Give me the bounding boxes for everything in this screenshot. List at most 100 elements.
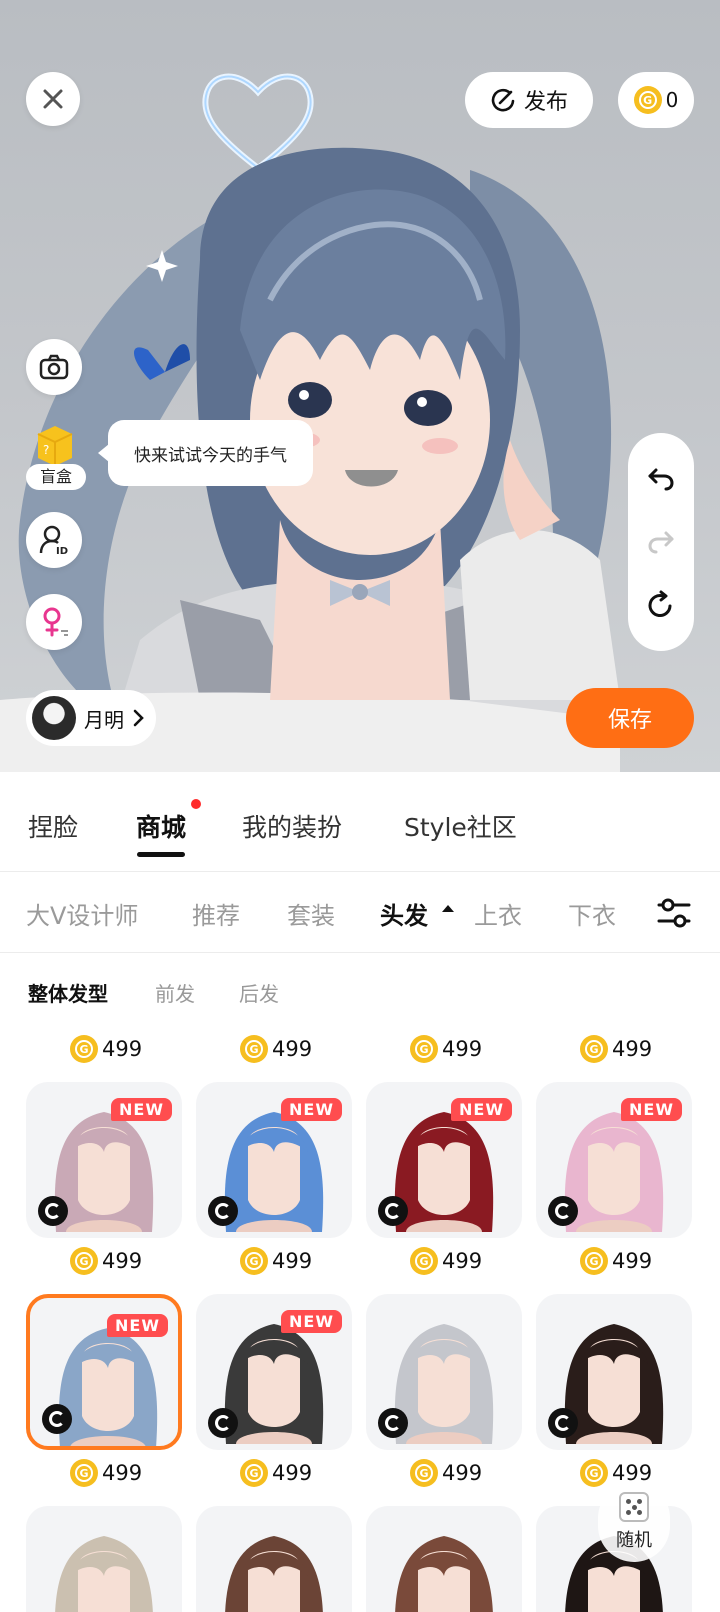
creator-badge-icon: [378, 1196, 408, 1226]
hair-item-card[interactable]: NEW: [26, 1082, 182, 1238]
price-value: 499: [442, 1461, 483, 1485]
category-designer[interactable]: 大V设计师: [26, 896, 138, 931]
price-value: 499: [442, 1249, 483, 1273]
gender-switch-button[interactable]: [26, 594, 82, 650]
tab-shop[interactable]: 商城: [136, 808, 186, 844]
hair-item-card[interactable]: [26, 1506, 182, 1612]
blindbox-button[interactable]: ? 盲盒: [26, 422, 86, 490]
history-controls: [628, 433, 694, 651]
camera-button[interactable]: [26, 339, 82, 395]
coin-icon: G: [240, 1459, 268, 1487]
item-price: G 499: [410, 1244, 482, 1278]
caret-up-icon: [442, 905, 454, 912]
coin-icon: G: [580, 1247, 608, 1275]
item-price: G 499: [70, 1244, 142, 1278]
category-bottoms[interactable]: 下衣: [568, 896, 616, 931]
category-sets[interactable]: 套装: [287, 896, 335, 931]
coin-balance-value: 0: [665, 88, 679, 112]
publish-icon: [491, 88, 515, 112]
avatar: [32, 696, 76, 740]
item-price: G 499: [240, 1456, 312, 1490]
undo-icon[interactable]: [646, 464, 676, 492]
avatar-character: [0, 147, 620, 772]
dice-icon: [619, 1492, 649, 1522]
creator-badge-icon: [208, 1408, 238, 1438]
category-tops[interactable]: 上衣: [474, 896, 522, 931]
hair-item-card[interactable]: [536, 1294, 692, 1450]
active-tab-indicator: [137, 852, 185, 857]
new-badge: NEW: [107, 1314, 168, 1337]
category-hair[interactable]: 头发: [380, 896, 428, 931]
female-icon: [43, 607, 68, 637]
close-icon: [43, 89, 63, 109]
avatar-id-button[interactable]: ID: [26, 512, 82, 568]
hair-item-card[interactable]: NEW: [536, 1082, 692, 1238]
creator-badge-icon: [38, 1196, 68, 1226]
hairstyle-thumbnail: [395, 1536, 493, 1612]
category-recommend[interactable]: 推荐: [192, 896, 240, 931]
profile-switch[interactable]: 月明: [26, 690, 156, 746]
hair-item-card[interactable]: NEW: [196, 1294, 352, 1450]
main-tabs: 捏脸 商城 我的装扮 Style社区: [0, 772, 720, 872]
redo-icon[interactable]: [646, 527, 676, 555]
tab-style-community[interactable]: Style社区: [404, 808, 517, 844]
creator-badge-icon: [42, 1404, 72, 1434]
new-badge: NEW: [281, 1098, 342, 1121]
close-button[interactable]: [26, 72, 80, 126]
hair-item-card[interactable]: NEW: [196, 1082, 352, 1238]
item-price: G 499: [580, 1032, 652, 1066]
price-value: 499: [612, 1249, 653, 1273]
publish-label: 发布: [523, 90, 568, 115]
avatar-preview[interactable]: 发布 G 0 ? 盲盒 快来试试今天的手气 ID 月明 保存: [0, 0, 720, 772]
coin-icon: G: [70, 1247, 98, 1275]
tab-face[interactable]: 捏脸: [28, 808, 78, 844]
camera-icon: [39, 354, 69, 380]
random-button[interactable]: 随机: [598, 1482, 670, 1562]
price-value: 499: [442, 1037, 483, 1061]
new-badge: NEW: [621, 1098, 682, 1121]
notification-dot: [191, 799, 201, 809]
random-label: 随机: [616, 1530, 652, 1551]
new-badge: NEW: [281, 1310, 342, 1333]
blindbox-label: 盲盒: [26, 464, 86, 490]
coin-icon: G: [410, 1035, 438, 1063]
tooltip-text: 快来试试今天的手气: [134, 445, 287, 466]
price-value: 499: [272, 1249, 313, 1273]
tab-my-outfits[interactable]: 我的装扮: [242, 808, 342, 844]
publish-button[interactable]: 发布: [465, 72, 593, 128]
hairstyle-thumbnail: [55, 1536, 153, 1612]
creator-badge-icon: [548, 1196, 578, 1226]
coin-balance[interactable]: G 0: [618, 72, 694, 128]
creator-badge-icon: [378, 1408, 408, 1438]
hair-item-card[interactable]: [366, 1294, 522, 1450]
item-price: G 499: [580, 1244, 652, 1278]
coin-icon: G: [580, 1459, 608, 1487]
price-value: 499: [102, 1461, 143, 1485]
coin-icon: G: [240, 1247, 268, 1275]
item-price: G 499: [70, 1456, 142, 1490]
hair-subtabs: 整体发型 前发 后发: [0, 953, 720, 1023]
blindbox-tooltip: 快来试试今天的手气: [98, 420, 313, 486]
creator-badge-icon: [548, 1408, 578, 1438]
mystery-box-icon: ?: [37, 426, 73, 466]
coin-icon: G: [410, 1459, 438, 1487]
hair-item-card[interactable]: [196, 1506, 352, 1612]
item-price: G 499: [240, 1032, 312, 1066]
subtab-full-hairstyle[interactable]: 整体发型: [28, 978, 108, 1007]
save-button[interactable]: 保存: [566, 688, 694, 748]
subtab-front-hair[interactable]: 前发: [155, 978, 195, 1007]
new-badge: NEW: [451, 1098, 512, 1121]
chevron-right-icon: [133, 709, 144, 727]
creator-badge-icon: [208, 1196, 238, 1226]
hair-item-card[interactable]: [366, 1506, 522, 1612]
item-price: G 499: [240, 1244, 312, 1278]
subtab-back-hair[interactable]: 后发: [239, 978, 279, 1007]
hairstyle-thumbnail: [225, 1536, 323, 1612]
hair-item-card[interactable]: NEW: [26, 1294, 182, 1450]
reset-icon[interactable]: [646, 590, 676, 620]
filter-icon[interactable]: [656, 896, 692, 930]
hair-item-card[interactable]: NEW: [366, 1082, 522, 1238]
user-id-icon: ID: [39, 525, 68, 556]
svg-text:ID: ID: [56, 546, 68, 556]
svg-text:?: ?: [43, 443, 49, 457]
